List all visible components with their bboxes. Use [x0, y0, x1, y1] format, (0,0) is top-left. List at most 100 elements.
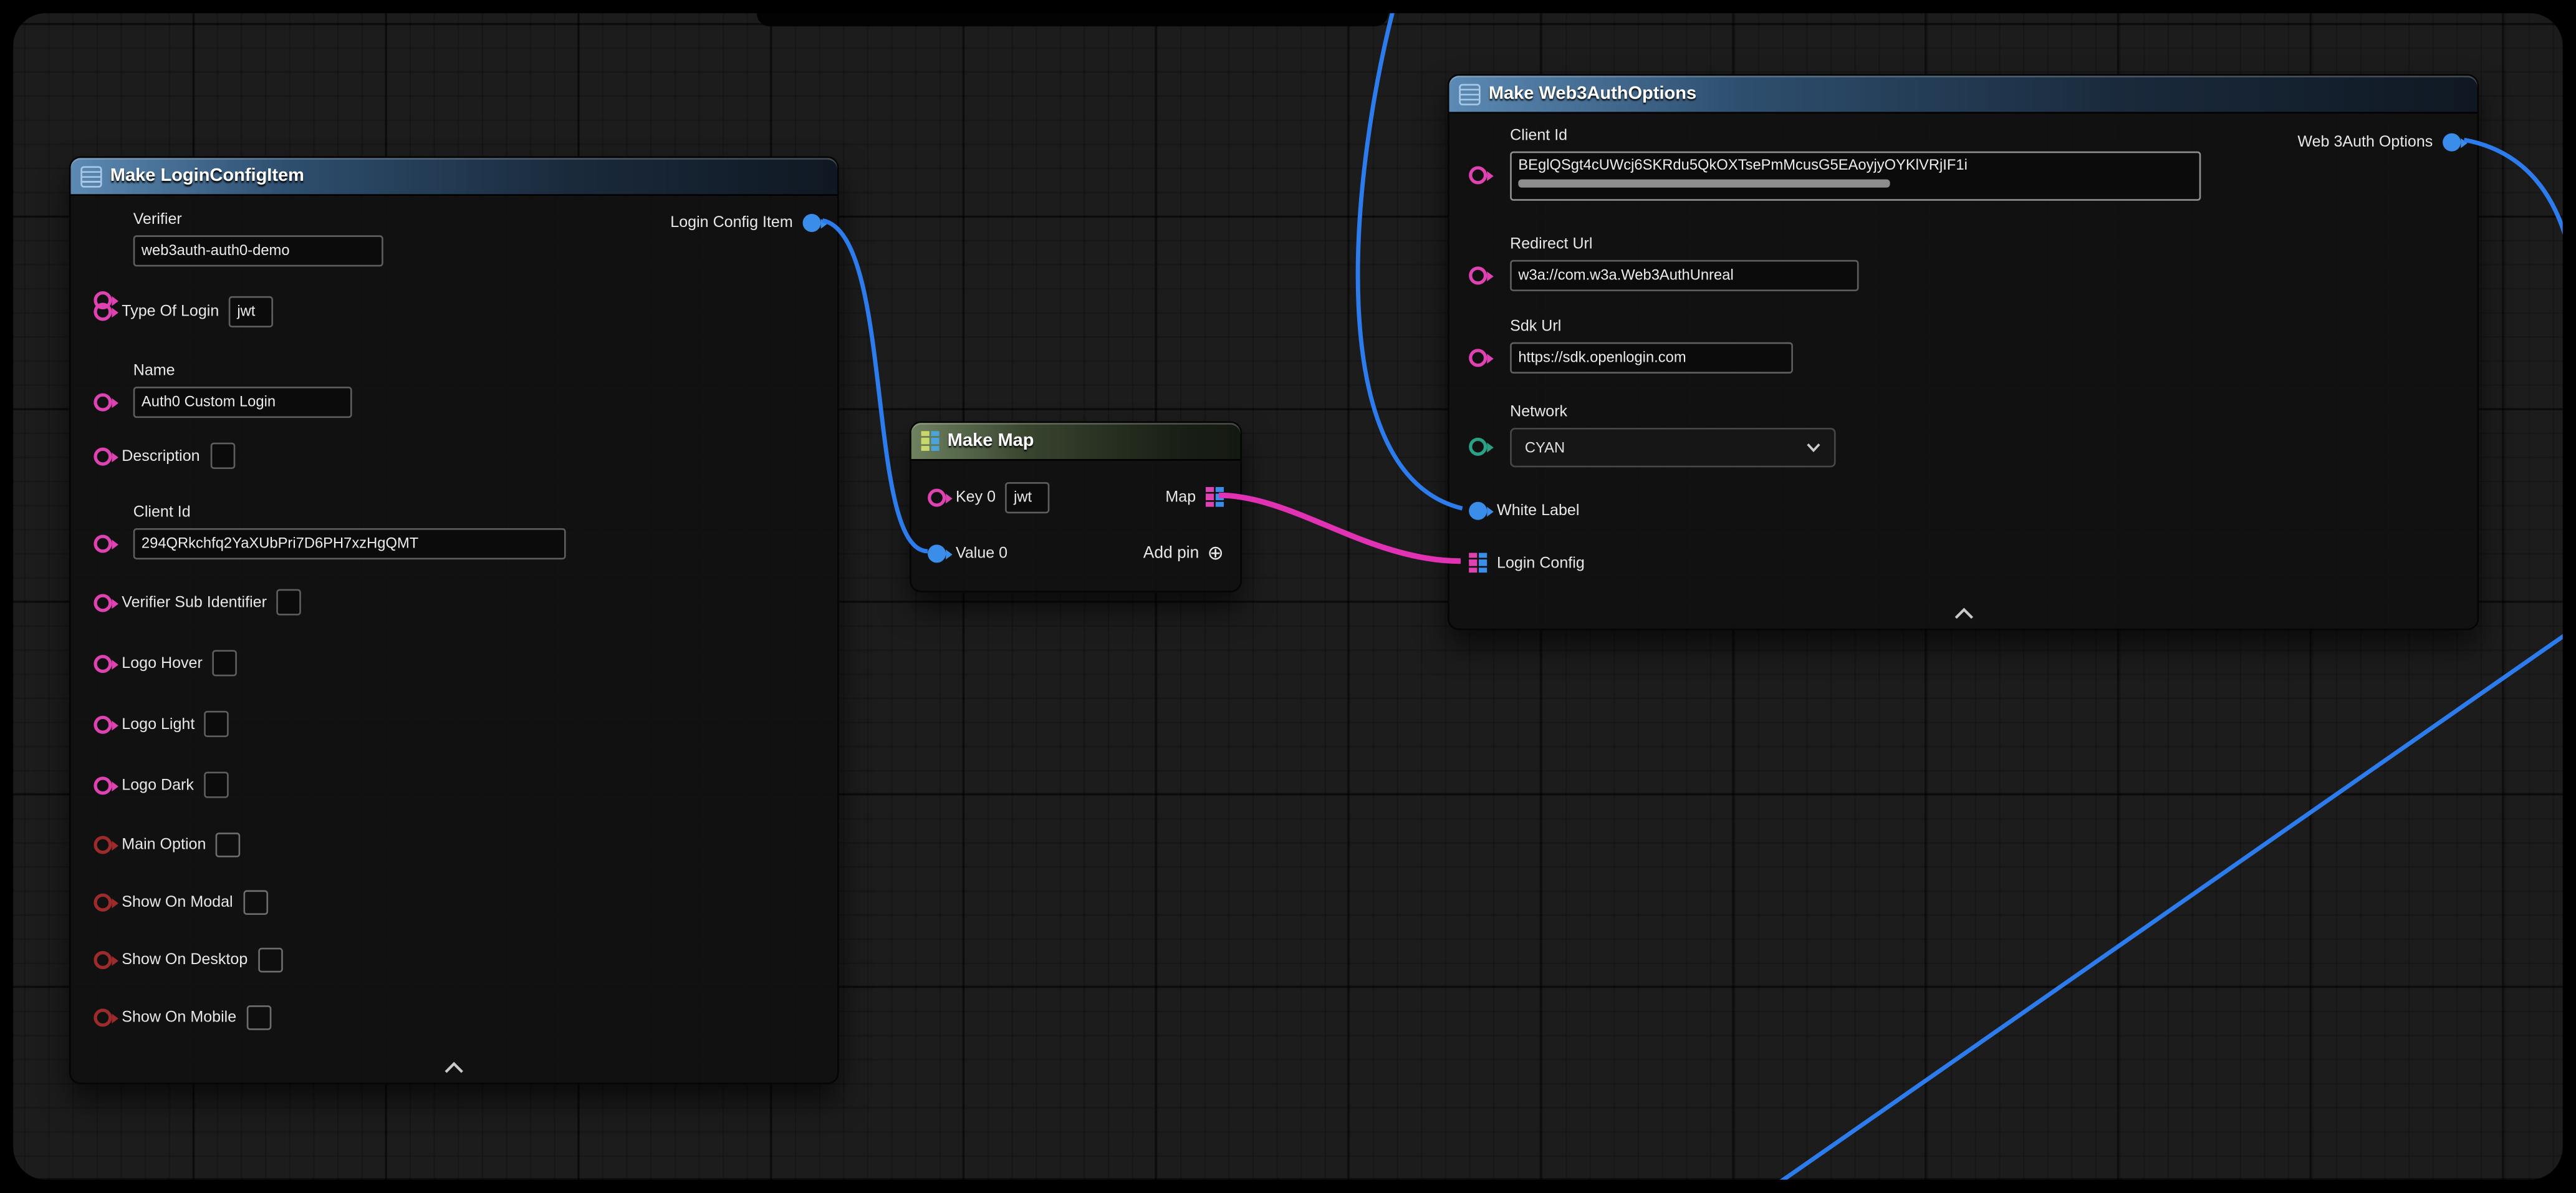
field-main-option: Main Option [94, 828, 240, 861]
collapse-node-button[interactable] [1449, 607, 2477, 621]
field-label: Show On Desktop [122, 950, 248, 968]
output-pin-web3auth-options[interactable] [2443, 132, 2461, 150]
input-pin-client-id[interactable] [1469, 166, 1487, 184]
field-type-of-login: Type Of Login jwt [94, 294, 273, 327]
main-option-checkbox[interactable] [216, 832, 241, 857]
node-make-web3authoptions[interactable]: Make Web3AuthOptions Web 3Auth Options C… [1448, 74, 2479, 630]
sdk-url-input[interactable]: https://sdk.openlogin.com [1510, 342, 1793, 374]
field-label: Logo Hover [122, 654, 203, 672]
input-pin-type-of-login[interactable] [94, 302, 112, 320]
logo-dark-input[interactable] [204, 771, 229, 798]
wire-map-to-loginconfig[interactable] [1219, 495, 1461, 561]
map-icon [921, 431, 940, 451]
input-pin-key-0[interactable] [928, 488, 946, 506]
blueprint-editor: Make LoginConfigItem Login Config Item V… [0, 0, 2576, 1193]
input-pin-show-on-modal[interactable] [94, 892, 112, 910]
name-input[interactable]: Auth0 Custom Login [133, 387, 352, 418]
output-pin-label: Login Config Item [670, 213, 792, 231]
field-sdk-url: Sdk Url https://sdk.openlogin.com [1510, 316, 1793, 382]
client-id-input[interactable]: BEglQSgt4cUWcj6SKRdu5QkOXTsePmMcusG5EAoy… [1510, 152, 2201, 201]
node-title: Make LoginConfigItem [110, 166, 304, 186]
input-pin-client-id[interactable] [94, 535, 112, 553]
input-pin-description[interactable] [94, 447, 112, 465]
input-pin-value-0[interactable] [928, 544, 946, 562]
input-pin-white-label[interactable] [1469, 501, 1487, 519]
description-input[interactable] [209, 443, 234, 469]
field-label: Main Option [122, 835, 206, 853]
output-pin-login-config-item[interactable] [803, 213, 821, 231]
field-description: Description [94, 439, 234, 472]
field-label: White Label [1497, 501, 1579, 519]
input-pin-network[interactable] [1469, 438, 1487, 456]
chevron-up-icon [1952, 607, 1975, 621]
wire-bottom-right[interactable] [1767, 629, 2563, 1180]
client-id-input[interactable]: 294QRkchfq2YaXUbPri7D6PH7xzHgQMT [133, 528, 566, 559]
field-label: Show On Modal [122, 892, 233, 910]
wire-top-to-whitelabel[interactable] [1358, 13, 1463, 508]
field-label: Logo Light [122, 715, 195, 733]
collapse-node-button[interactable] [70, 1061, 837, 1075]
field-logo-hover: Logo Hover [94, 647, 237, 680]
network-dropdown[interactable]: CYAN [1510, 428, 1835, 467]
field-logo-dark: Logo Dark [94, 768, 228, 801]
field-label: Type Of Login [122, 302, 219, 320]
output-row: Login Config Item [670, 206, 820, 239]
field-label: Verifier [133, 209, 383, 230]
field-label: Sdk Url [1510, 316, 1793, 337]
input-pin-show-on-mobile[interactable] [94, 1008, 112, 1026]
field-verifier: Verifier web3auth-auth0-demo [133, 209, 383, 275]
output-row: Web 3Auth Options [2297, 125, 2461, 158]
input-pin-redirect-url[interactable] [1469, 266, 1487, 284]
verifier-sub-identifier-input[interactable] [277, 589, 302, 616]
input-pin-main-option[interactable] [94, 835, 112, 853]
verifier-input[interactable]: web3auth-auth0-demo [133, 235, 383, 266]
show-on-modal-checkbox[interactable] [243, 889, 267, 914]
input-pin-sdk-url[interactable] [1469, 349, 1487, 367]
field-label: Name [133, 360, 352, 382]
field-label: Client Id [133, 502, 566, 523]
field-client-id: Client Id 294QRkchfq2YaXUbPri7D6PH7xzHgQ… [133, 502, 566, 568]
client-id-text: BEglQSgt4cUWcj6SKRdu5QkOXTsePmMcusG5EAoy… [1518, 157, 1968, 173]
field-login-config: Login Config [1469, 546, 1585, 579]
node-header-make-loginconfigitem[interactable]: Make LoginConfigItem [70, 158, 837, 196]
field-redirect-url: Redirect Url w3a://com.w3a.Web3AuthUnrea… [1510, 234, 1858, 300]
node-make-loginconfigitem[interactable]: Make LoginConfigItem Login Config Item V… [69, 157, 839, 1084]
input-pin-logo-dark[interactable] [94, 776, 112, 794]
horizontal-scrollbar[interactable] [1518, 180, 1889, 188]
field-key-0: Key 0 jwt [928, 480, 1050, 513]
show-on-mobile-checkbox[interactable] [246, 1005, 271, 1030]
node-header-make-web3authoptions[interactable]: Make Web3AuthOptions [1449, 75, 2477, 114]
key-0-input[interactable]: jwt [1006, 481, 1050, 513]
node-title: Make Map [948, 431, 1034, 451]
input-pin-login-config[interactable] [1469, 553, 1487, 572]
redirect-url-input[interactable]: w3a://com.w3a.Web3AuthUnreal [1510, 260, 1858, 291]
field-show-on-modal: Show On Modal [94, 886, 267, 919]
plus-circle-icon: ⊕ [1207, 543, 1224, 563]
map-output-pin-icon[interactable] [1206, 487, 1224, 507]
input-pin-verifier-sub-identifier[interactable] [94, 593, 112, 611]
add-pin-button[interactable]: Add pin ⊕ [1143, 536, 1224, 569]
make-struct-icon [1459, 83, 1480, 104]
node-make-map[interactable]: Make Map Key 0 jwt Map Value 0 Add pin ⊕ [910, 421, 1242, 592]
input-pin-show-on-desktop[interactable] [94, 950, 112, 968]
node-header-make-map[interactable]: Make Map [911, 423, 1241, 461]
make-struct-icon [80, 165, 102, 186]
logo-hover-input[interactable] [213, 650, 238, 676]
field-name: Name Auth0 Custom Login [133, 360, 352, 427]
blueprint-graph-canvas[interactable]: Make LoginConfigItem Login Config Item V… [13, 13, 2563, 1180]
chevron-down-icon [1806, 443, 1821, 453]
input-pin-logo-hover[interactable] [94, 654, 112, 672]
field-label: Value 0 [956, 544, 1007, 562]
type-of-login-input[interactable]: jwt [229, 296, 273, 327]
input-pin-name[interactable] [94, 394, 112, 412]
field-label: Description [122, 447, 199, 465]
field-logo-light: Logo Light [94, 708, 229, 741]
field-label: Logo Dark [122, 776, 194, 794]
input-pin-logo-light[interactable] [94, 715, 112, 733]
field-network: Network CYAN [1510, 402, 1835, 468]
add-pin-label: Add pin [1143, 544, 1199, 562]
show-on-desktop-checkbox[interactable] [257, 947, 282, 972]
field-label: Verifier Sub Identifier [122, 593, 267, 611]
logo-light-input[interactable] [204, 711, 229, 737]
field-show-on-mobile: Show On Mobile [94, 1000, 271, 1033]
